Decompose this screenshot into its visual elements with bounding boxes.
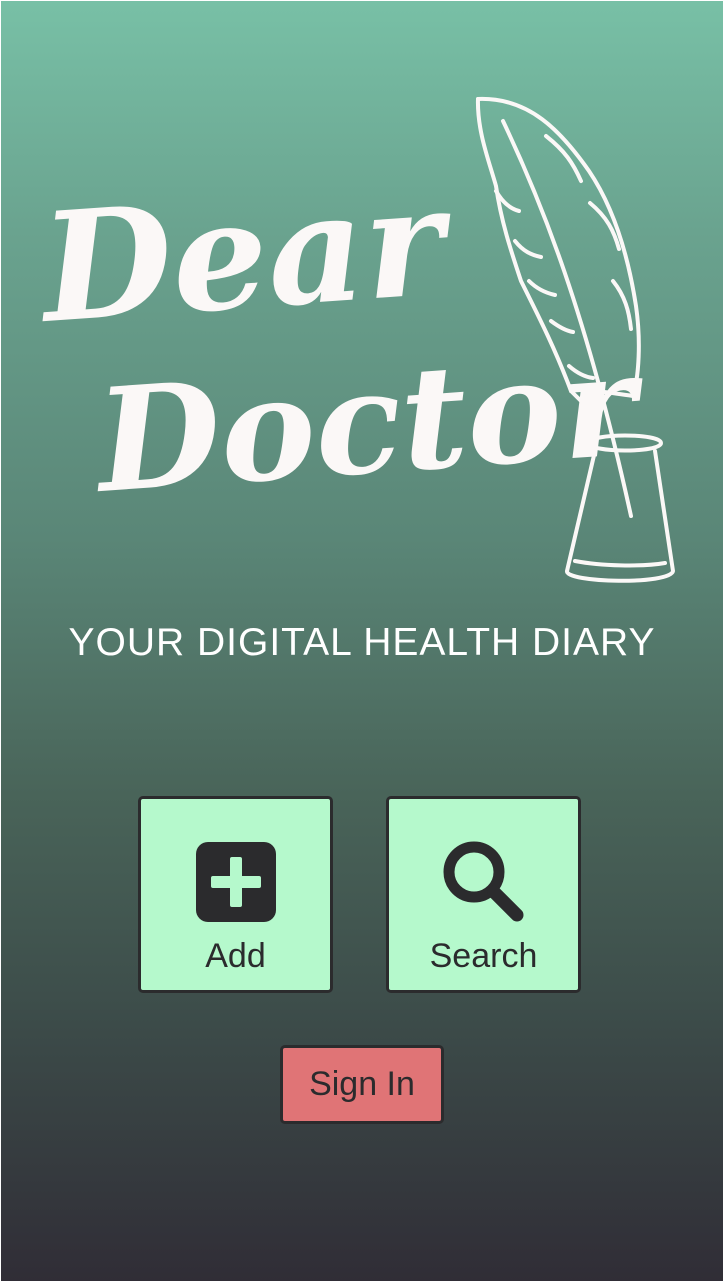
add-button[interactable]: Add <box>138 796 333 993</box>
app-tagline: YOUR DIGITAL HEALTH DIARY <box>68 621 656 664</box>
sign-in-button[interactable]: Sign In <box>280 1045 444 1124</box>
logo-title-line1: Dear <box>41 153 459 358</box>
search-button-label: Search <box>429 937 538 975</box>
app-logo: Dear Doctor <box>41 96 675 583</box>
plus-square-icon <box>195 842 276 922</box>
app-screen: Dear Doctor YOUR DIGITAL HEALTH DIARY Ad… <box>1 1 723 1281</box>
magnifier-icon <box>443 841 523 922</box>
search-button[interactable]: Search <box>386 796 581 993</box>
logo-title-line2: Doctor <box>88 321 651 525</box>
add-button-label: Add <box>205 937 266 975</box>
